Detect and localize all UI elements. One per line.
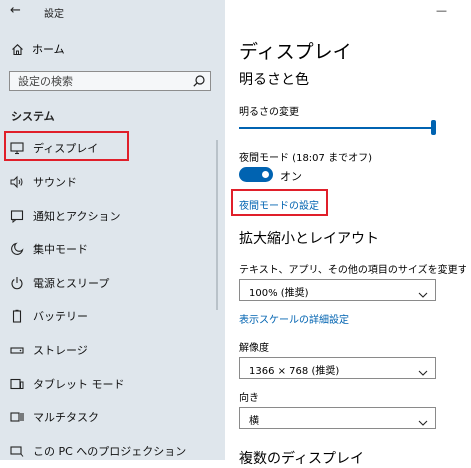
scale-layout-heading: 拡大縮小とレイアウト (239, 231, 379, 247)
projection-icon (10, 443, 24, 457)
moon-icon (10, 241, 24, 255)
resolution-dropdown-value: 1366 × 768 (推奨) (249, 366, 340, 377)
orientation-label: 向き (239, 393, 259, 404)
main-scrollbar[interactable] (466, 0, 471, 460)
night-light-toggle-text: オン (280, 170, 302, 183)
storage-icon (10, 342, 24, 356)
battery-icon (10, 308, 24, 323)
orientation-dropdown-value: 横 (249, 416, 259, 427)
resolution-dropdown[interactable]: 1366 × 768 (推奨) (239, 357, 436, 379)
sidebar-item-sound[interactable]: サウンド (0, 166, 225, 196)
sidebar-item-label: 電源とスリープ (33, 277, 110, 290)
title-bar: ← 設定 (0, 0, 225, 22)
sidebar-item-label: ストレージ (33, 344, 88, 357)
home-icon (11, 41, 24, 60)
sidebar-item-label: マルチタスク (33, 411, 99, 424)
section-title: システム (11, 110, 55, 123)
sidebar-item-battery[interactable]: バッテリー (0, 300, 225, 330)
sidebar-item-label: 集中モード (33, 243, 88, 256)
power-icon (10, 275, 24, 290)
sidebar-item-notifications[interactable]: 通知とアクション (0, 200, 225, 230)
sidebar-item-home[interactable]: ホーム (0, 37, 225, 59)
scale-label: テキスト、アプリ、その他の項目のサイズを変更する (239, 265, 471, 276)
sidebar-item-label: ホーム (32, 43, 65, 56)
chevron-down-icon (418, 413, 428, 432)
sidebar-item-multitask[interactable]: マルチタスク (0, 401, 225, 431)
sidebar-item-label: タブレット モード (33, 378, 125, 391)
brightness-color-heading: 明るさと色 (239, 72, 309, 88)
sidebar-item-focus[interactable]: 集中モード (0, 233, 225, 263)
sidebar: ← 設定 ホーム システム ディスプレイ サウンド 通知とアクション (0, 0, 225, 460)
sidebar-item-storage[interactable]: ストレージ (0, 334, 225, 364)
advanced-scaling-link[interactable]: 表示スケールの詳細設定 (239, 311, 349, 326)
sidebar-item-tablet[interactable]: タブレット モード (0, 368, 225, 398)
brightness-label: 明るさの変更 (239, 107, 299, 118)
search-box[interactable] (9, 71, 211, 91)
resolution-label: 解像度 (239, 343, 269, 354)
window-title: 設定 (44, 9, 64, 20)
notification-icon (10, 208, 24, 224)
tablet-icon (10, 376, 24, 390)
highlight-annotation (4, 131, 129, 161)
main-content: — ディスプレイ 明るさと色 明るさの変更 夜間モード (18:07 までオフ)… (225, 0, 471, 467)
night-light-label: 夜間モード (18:07 までオフ) (239, 153, 372, 164)
toggle-knob (262, 171, 269, 178)
chevron-down-icon (418, 285, 428, 304)
sidebar-scrollbar[interactable] (216, 140, 218, 310)
search-input[interactable] (10, 72, 188, 90)
scale-dropdown-value: 100% (推奨) (249, 288, 309, 299)
multiple-displays-heading: 複数のディスプレイ (239, 451, 365, 467)
sidebar-item-label: サウンド (33, 176, 77, 189)
night-light-toggle[interactable] (239, 167, 273, 182)
highlight-annotation (231, 189, 328, 216)
minimize-icon[interactable]: — (436, 4, 447, 17)
sidebar-item-label: 通知とアクション (33, 210, 121, 223)
brightness-slider-thumb[interactable] (431, 120, 436, 135)
multitask-icon (10, 409, 24, 423)
back-arrow-icon[interactable]: ← (10, 3, 21, 18)
sidebar-item-label: バッテリー (33, 310, 88, 323)
orientation-dropdown[interactable]: 横 (239, 407, 436, 429)
search-icon[interactable] (192, 73, 206, 92)
brightness-slider-track[interactable] (239, 127, 433, 129)
scale-dropdown[interactable]: 100% (推奨) (239, 279, 436, 301)
sidebar-item-projection[interactable]: この PC へのプロジェクション (0, 435, 225, 465)
speaker-icon (10, 174, 24, 189)
sidebar-item-power[interactable]: 電源とスリープ (0, 267, 225, 297)
chevron-down-icon (418, 363, 428, 382)
sidebar-item-label: この PC へのプロジェクション (33, 445, 187, 458)
page-title: ディスプレイ (239, 41, 352, 63)
